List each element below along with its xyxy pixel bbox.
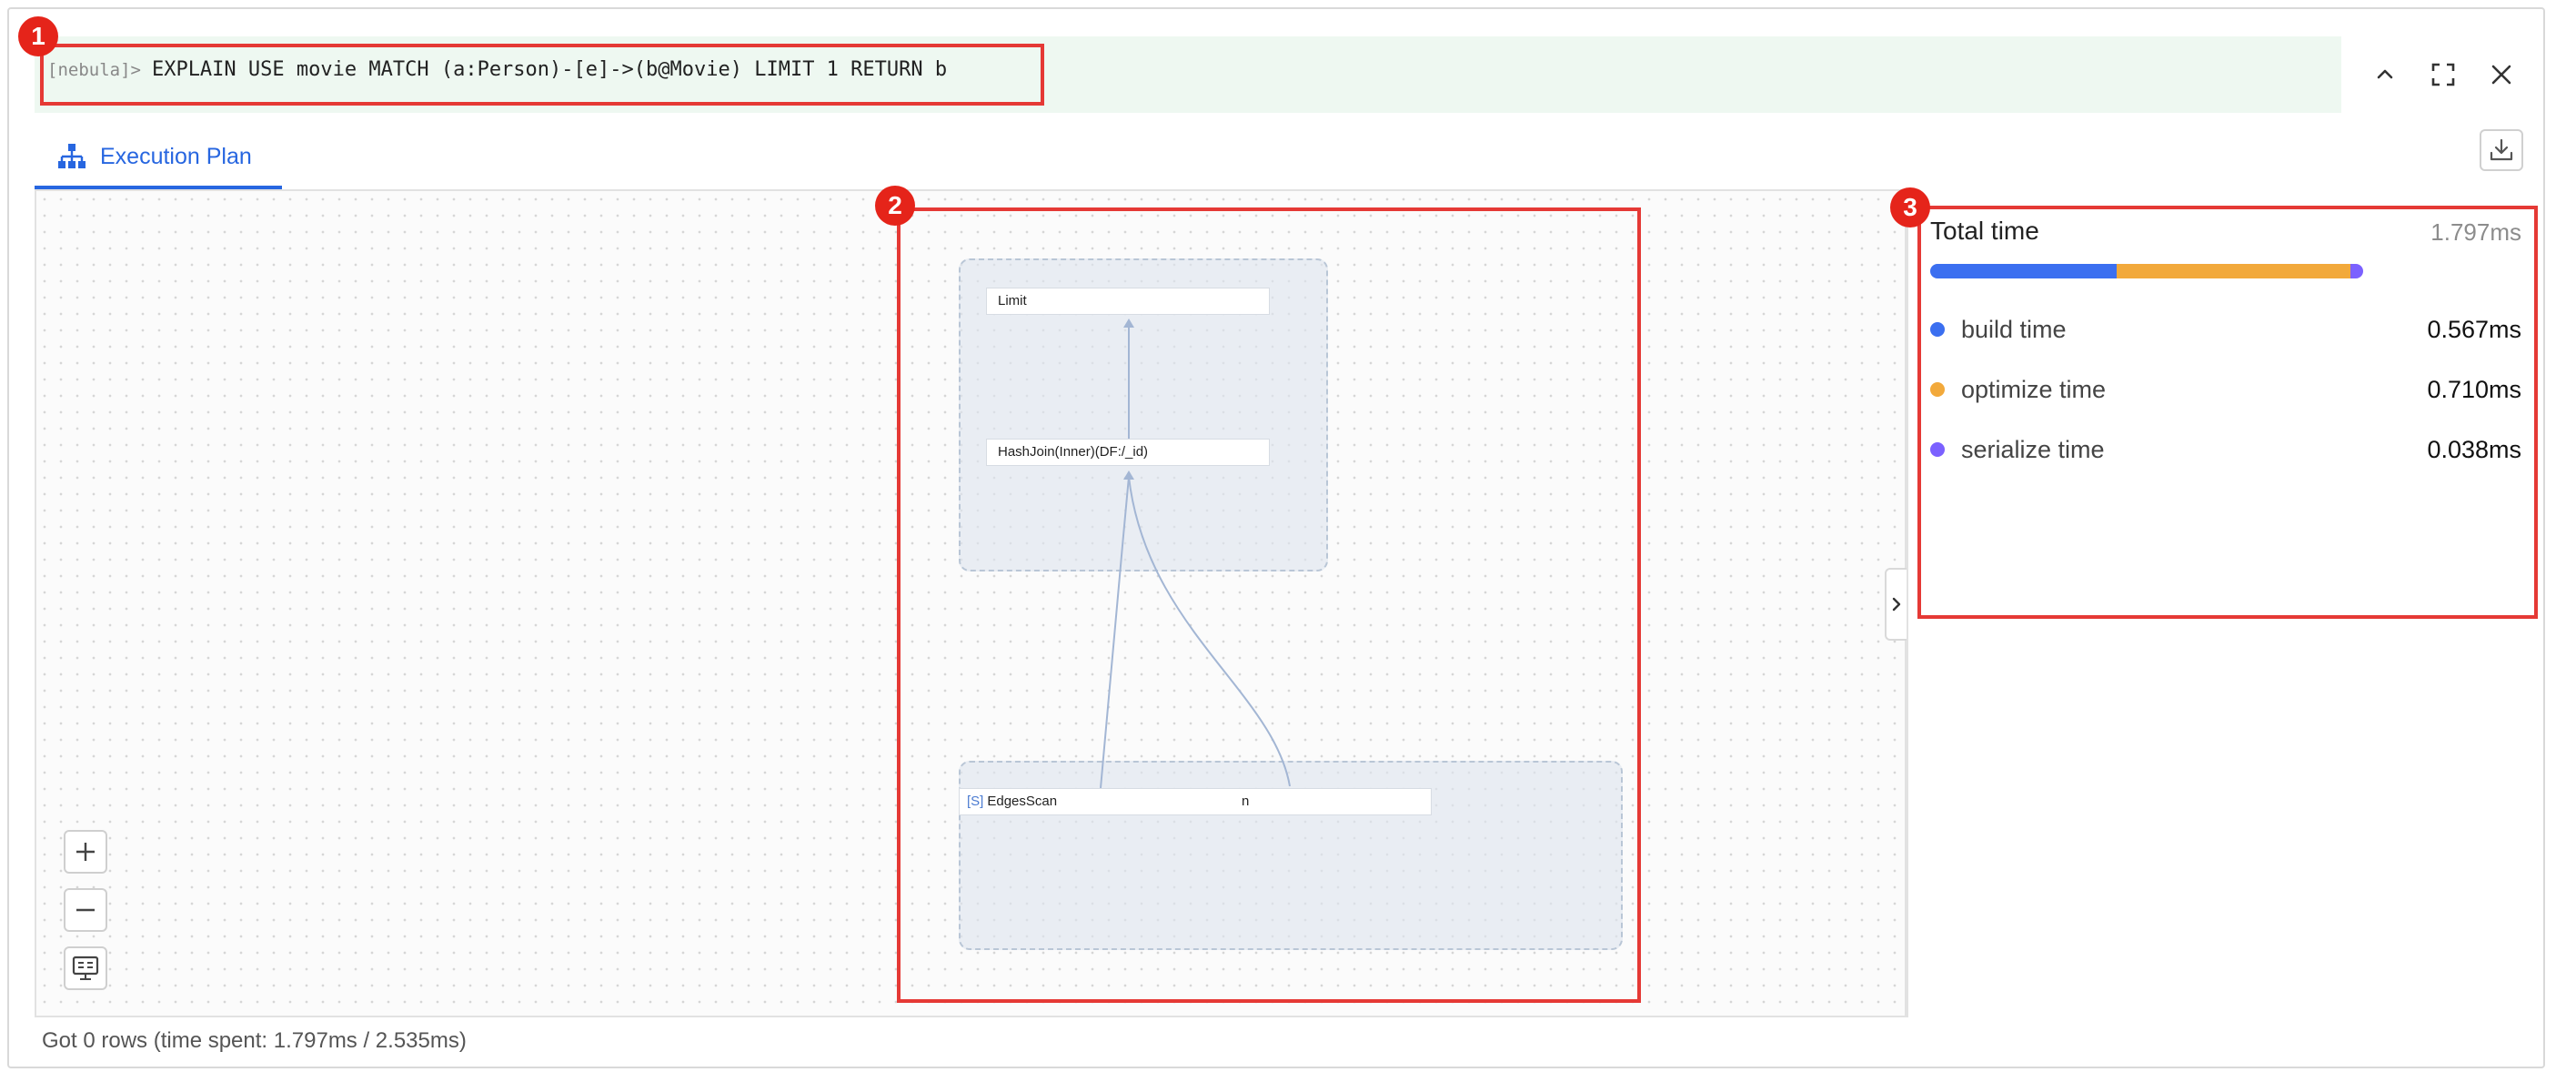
status-footer: Got 0 rows (time spent: 1.797ms / 2.535m…: [42, 1028, 467, 1053]
highlight-box-stats: [1917, 206, 2538, 619]
fit-view-button[interactable]: [64, 946, 107, 990]
callout-badge-2: 2: [875, 186, 915, 226]
highlight-box-plan: [897, 207, 1641, 1003]
monitor-icon: [72, 956, 99, 980]
panel-toggle-button[interactable]: [1885, 568, 1908, 641]
minus-icon: [76, 908, 95, 912]
zoom-in-button[interactable]: [64, 830, 107, 874]
chevron-right-icon: [1892, 597, 1901, 612]
zoom-out-button[interactable]: [64, 888, 107, 932]
callout-badge-3: 3: [1890, 187, 1930, 228]
plus-icon: [76, 843, 95, 861]
